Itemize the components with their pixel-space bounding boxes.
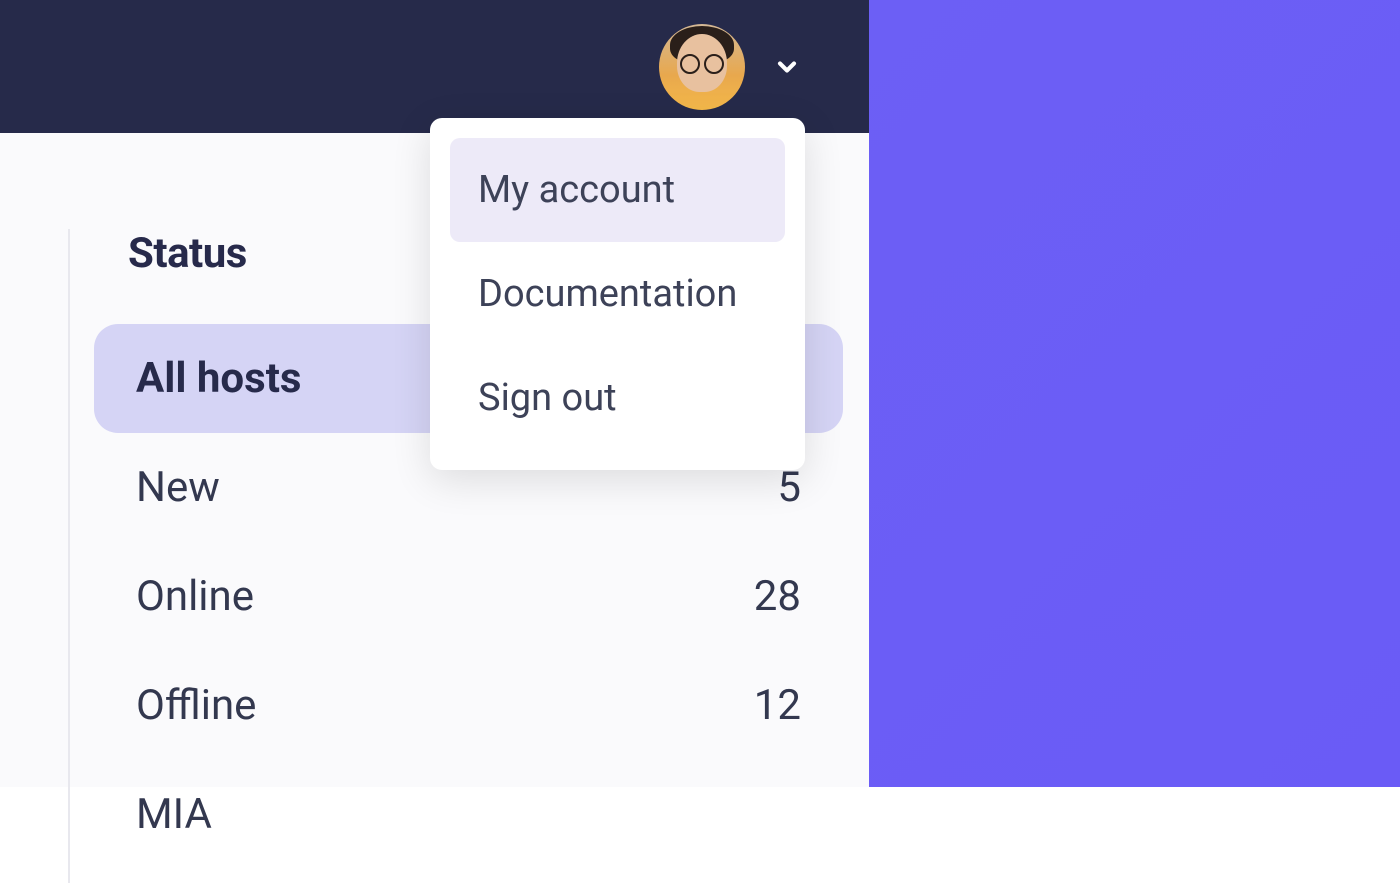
dropdown-item-documentation[interactable]: Documentation bbox=[450, 242, 785, 346]
status-item-label: MIA bbox=[136, 790, 212, 839]
user-dropdown-menu: My account Documentation Sign out bbox=[430, 118, 805, 470]
divider bbox=[68, 229, 70, 883]
status-item-label: Online bbox=[136, 572, 254, 621]
dropdown-item-my-account[interactable]: My account bbox=[450, 138, 785, 242]
status-item-offline[interactable]: Offline 12 bbox=[94, 651, 843, 760]
status-item-count: 12 bbox=[754, 681, 801, 730]
status-item-label: Offline bbox=[136, 681, 256, 730]
chevron-down-icon[interactable] bbox=[773, 53, 801, 81]
app-panel: Status All hosts New 5 Online 28 Offline… bbox=[0, 0, 869, 787]
status-item-online[interactable]: Online 28 bbox=[94, 542, 843, 651]
top-bar bbox=[0, 0, 869, 133]
status-item-mia[interactable]: MIA bbox=[94, 760, 843, 869]
status-item-label: All hosts bbox=[136, 354, 301, 403]
status-item-label: New bbox=[136, 463, 220, 512]
status-item-count: 28 bbox=[754, 572, 801, 621]
user-avatar[interactable] bbox=[659, 24, 745, 110]
status-item-count: 5 bbox=[777, 463, 801, 512]
right-gradient-panel bbox=[869, 0, 1400, 787]
dropdown-item-sign-out[interactable]: Sign out bbox=[450, 346, 785, 450]
